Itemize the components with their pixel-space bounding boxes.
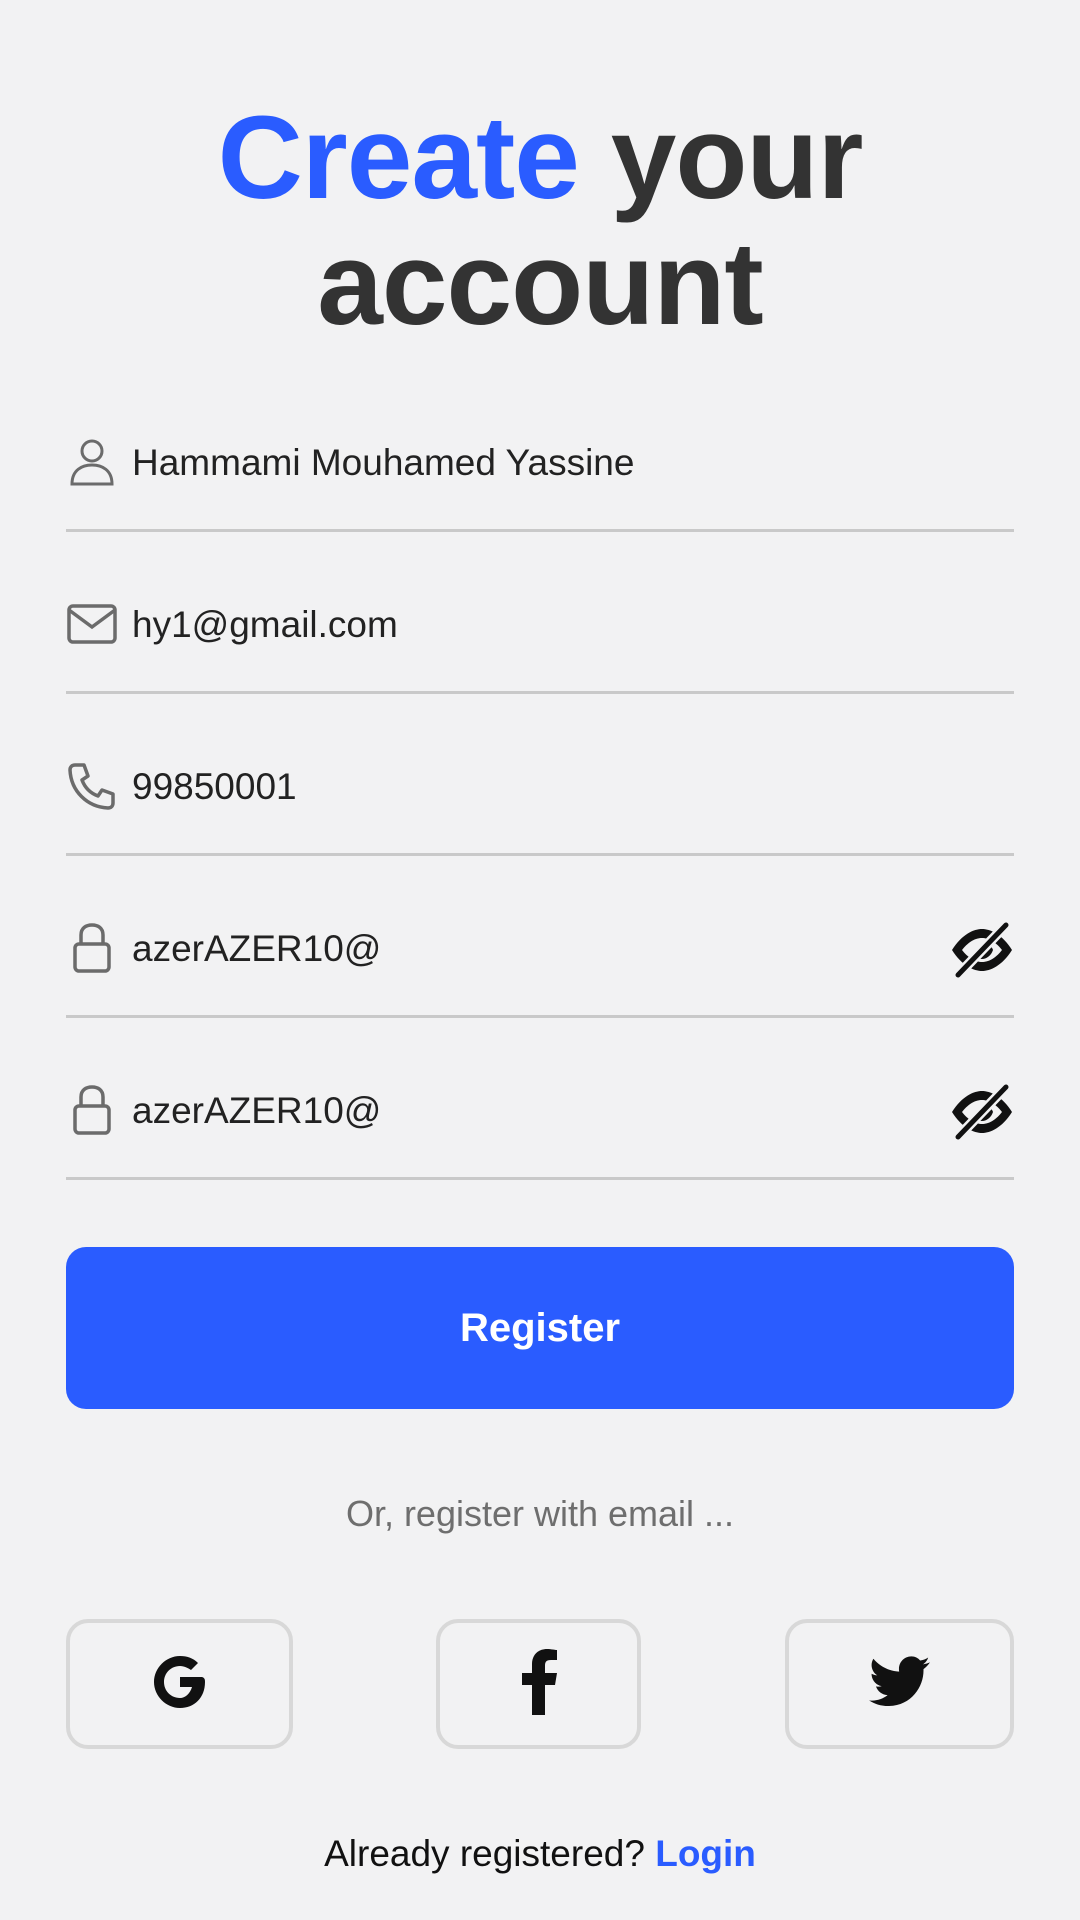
facebook-icon (519, 1648, 559, 1720)
eye-off-icon[interactable] (950, 1080, 1014, 1144)
title-word-your: your (610, 92, 864, 224)
confirm-password-input[interactable]: azerAZER10@ (132, 1086, 381, 1136)
password-field[interactable]: azerAZER10@ (66, 898, 1014, 1018)
google-button[interactable] (66, 1619, 293, 1749)
login-prompt-text: Already registered? (324, 1833, 645, 1874)
eye-off-icon[interactable] (950, 918, 1014, 982)
phone-field[interactable]: 99850001 (66, 736, 1014, 856)
email-field[interactable]: hy1@gmail.com (66, 574, 1014, 694)
mail-icon (66, 598, 118, 650)
confirm-password-field[interactable]: azerAZER10@ (66, 1060, 1014, 1180)
page-title: Create your account (0, 95, 1080, 347)
name-field[interactable]: Hammami Mouhamed Yassine (66, 412, 1014, 532)
title-accent: Create (217, 92, 580, 224)
user-icon (66, 436, 118, 488)
register-button[interactable]: Register (66, 1247, 1014, 1409)
google-icon (149, 1651, 211, 1718)
login-prompt: Already registered? Login (0, 1833, 1080, 1875)
phone-input[interactable]: 99850001 (132, 762, 297, 812)
password-input[interactable]: azerAZER10@ (132, 924, 381, 974)
register-screen: Create your account Hammami Mouhamed Yas… (0, 0, 1080, 1920)
title-line-account: account (317, 218, 763, 350)
lock-icon (66, 1084, 118, 1136)
login-link[interactable]: Login (655, 1833, 756, 1874)
twitter-icon (868, 1655, 931, 1713)
phone-icon (66, 760, 118, 812)
facebook-button[interactable] (436, 1619, 641, 1749)
alt-register-text: Or, register with email ... (345, 1493, 735, 1534)
name-input[interactable]: Hammami Mouhamed Yassine (132, 438, 634, 488)
twitter-button[interactable] (785, 1619, 1014, 1749)
lock-icon (66, 922, 118, 974)
email-input[interactable]: hy1@gmail.com (132, 600, 398, 650)
